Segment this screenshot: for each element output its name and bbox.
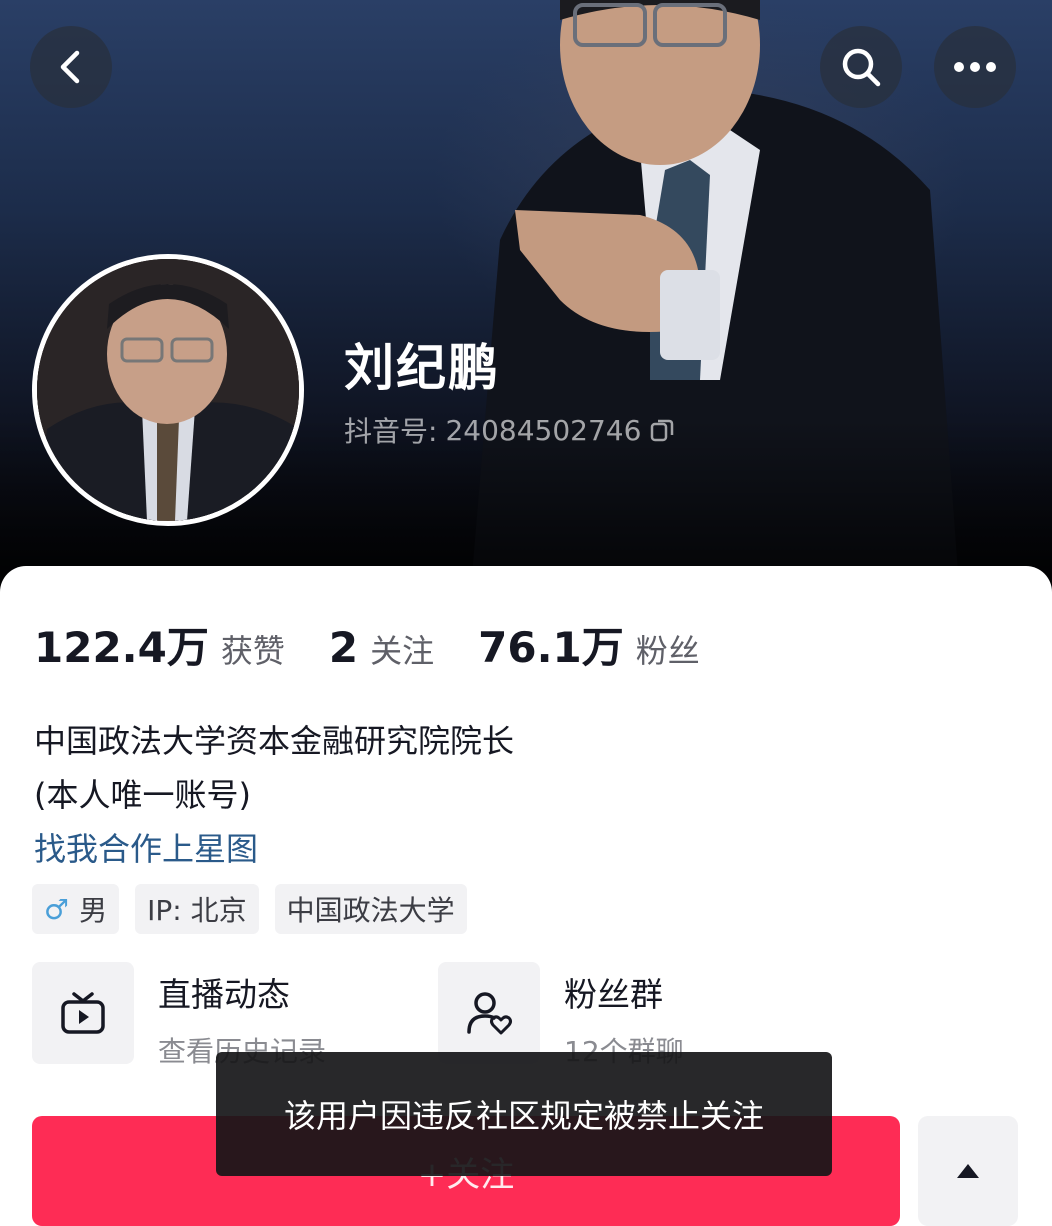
triangle-up-icon [957,1164,979,1178]
ip-text: IP: 北京 [147,894,247,927]
tag-row: ♂ 男 IP: 北京 中国政法大学 [32,884,467,934]
avatar-photo [37,259,299,521]
account-id-value: 24084502746 [445,413,642,447]
more-icon [954,62,996,72]
male-icon: ♂ [44,892,70,926]
ip-tag: IP: 北京 [135,884,259,934]
school-tag[interactable]: 中国政法大学 [274,884,467,934]
copy-icon[interactable] [649,417,675,443]
gender-tag: ♂ 男 [32,884,120,934]
search-icon [842,48,881,87]
live-card-title: 直播动态 [158,975,290,1014]
search-button[interactable] [820,26,902,108]
back-button[interactable] [30,26,112,108]
back-icon [60,50,80,84]
more-options-button[interactable] [934,26,1016,108]
profile-name: 刘纪鹏 [344,339,500,397]
following-label[interactable]: 关注 [370,626,434,672]
following-count[interactable]: 2 [329,623,358,672]
live-icon-box [32,962,134,1064]
school-text: 中国政法大学 [286,894,455,927]
toast-message: 该用户因违反社区规定被禁止关注 [216,1052,832,1176]
account-id-row: 抖音号: 24084502746 [344,410,675,450]
fan-group-title: 粉丝群 [564,975,663,1014]
user-heart-icon [467,992,512,1035]
bio-line-2: (本人唯一账号) [34,776,251,814]
fan-group-icon-box [438,962,540,1064]
likes-label: 获赞 [220,632,285,670]
likes-count: 122.4万 [34,623,209,672]
cooperation-link[interactable]: 找我合作上星图 [34,824,258,870]
bio-line-1: 中国政法大学资本金融研究院院长 [34,722,515,760]
followers-label[interactable]: 粉丝 [636,626,700,672]
followers-count[interactable]: 76.1万 [478,614,624,675]
account-id-label: 抖音号: [344,415,438,448]
gender-text: 男 [79,894,108,927]
stats-row: 122.4万 获赞 2 关注 76.1万 粉丝 [34,614,744,675]
tv-icon [61,992,105,1034]
avatar[interactable] [32,254,304,526]
profile-cover: 刘纪鹏 抖音号: 24084502746 [0,0,1052,600]
expand-button[interactable] [918,1116,1018,1226]
